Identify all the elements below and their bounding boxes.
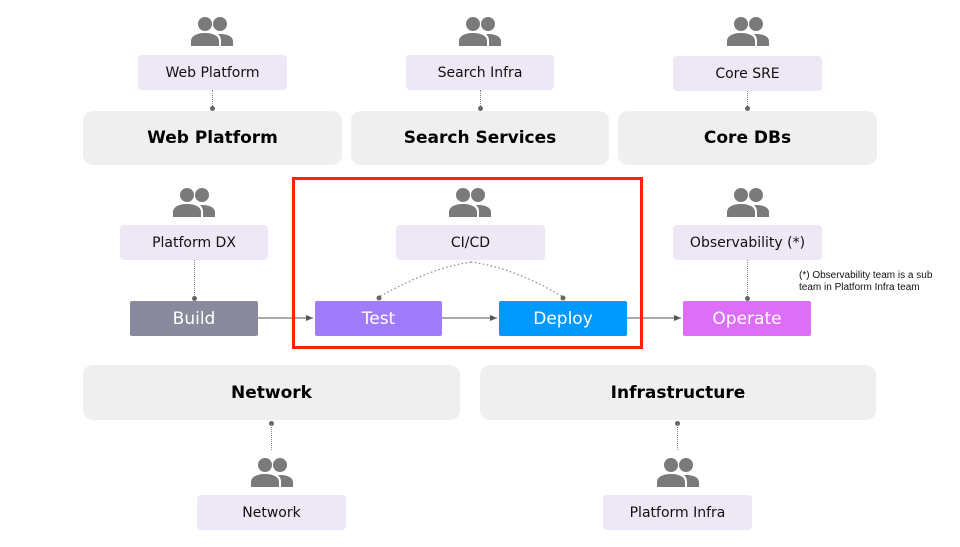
- group-infrastructure[interactable]: Infrastructure: [480, 365, 876, 420]
- group-network[interactable]: Network: [83, 365, 460, 420]
- connector: [677, 424, 678, 450]
- cicd-highlight-box: [292, 177, 643, 349]
- team-platform-infra[interactable]: Platform Infra: [603, 495, 752, 530]
- team-network[interactable]: Network: [197, 495, 346, 530]
- connector: [271, 424, 272, 450]
- people-group-icon: [656, 457, 700, 487]
- people-group-icon: [250, 457, 294, 487]
